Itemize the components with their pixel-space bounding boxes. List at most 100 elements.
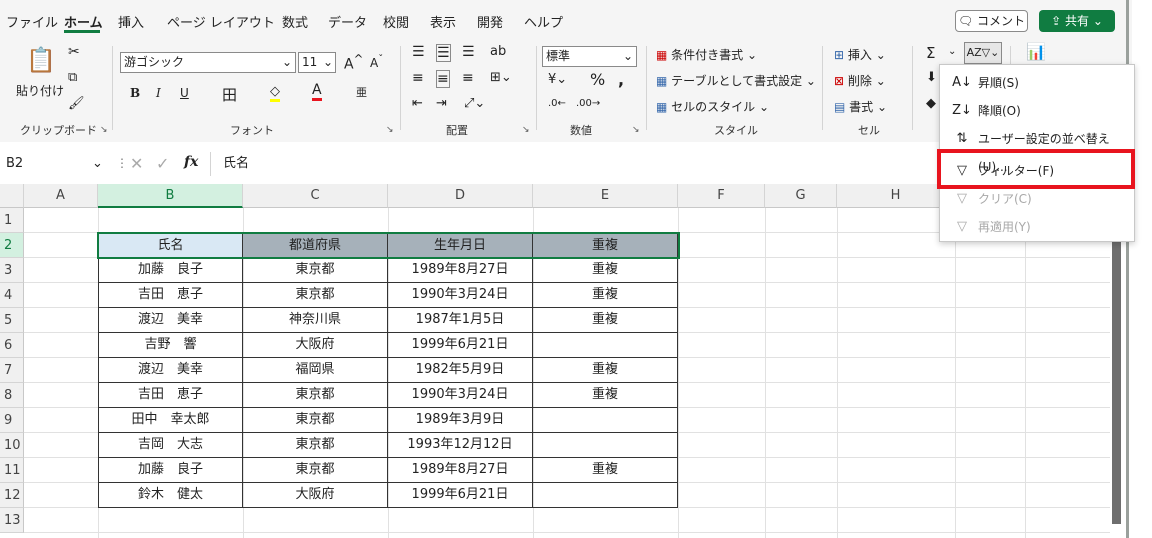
table-cell[interactable]: 重複 — [533, 258, 678, 283]
accounting-format-icon[interactable]: ¥⌄ — [548, 72, 567, 87]
tab-insert[interactable]: 挿入 — [118, 12, 144, 31]
percent-icon[interactable]: % — [590, 70, 605, 89]
font-name-select[interactable]: 游ゴシック ⌄ — [120, 52, 296, 73]
table-cell[interactable] — [533, 333, 678, 358]
table-cell[interactable]: 東京都 — [243, 258, 388, 283]
tab-review[interactable]: 校閲 — [383, 12, 409, 31]
column-header[interactable]: E — [533, 184, 678, 208]
column-header[interactable]: F — [678, 184, 765, 208]
row-header[interactable]: 10 — [0, 433, 24, 458]
table-cell[interactable] — [533, 433, 678, 458]
decrease-indent-icon[interactable]: ⇤ — [412, 96, 423, 111]
table-cell[interactable]: 吉田 恵子 — [98, 283, 243, 308]
format-painter-icon[interactable]: 🖌 — [68, 96, 85, 111]
fill-icon[interactable]: ⬇ — [926, 70, 937, 85]
column-header[interactable]: A — [24, 184, 98, 208]
decrease-font-icon[interactable]: Aˇ — [370, 54, 383, 70]
tab-data[interactable]: データ — [328, 12, 367, 31]
table-cell[interactable]: 東京都 — [243, 283, 388, 308]
sort-filter-button[interactable]: AZ▽⌄ — [964, 42, 1002, 64]
cell-styles-button[interactable]: ▦ セルのスタイル ⌄ — [656, 98, 769, 115]
table-cell[interactable]: 1982年5月9日 — [388, 358, 533, 383]
table-cell[interactable]: 東京都 — [243, 408, 388, 433]
paste-label[interactable]: 貼り付け — [16, 82, 64, 99]
table-cell[interactable]: 吉岡 大志 — [98, 433, 243, 458]
name-box[interactable]: B2 ⌄ — [0, 152, 108, 176]
table-cell[interactable]: 吉田 恵子 — [98, 383, 243, 408]
column-header[interactable]: B — [98, 184, 243, 208]
autosum-icon[interactable]: Σ — [926, 44, 935, 62]
table-cell[interactable]: 1989年3月9日 — [388, 408, 533, 433]
tab-help[interactable]: ヘルプ — [524, 12, 563, 31]
increase-font-icon[interactable]: A^ — [344, 52, 363, 73]
table-cell[interactable]: 加藤 良子 — [98, 458, 243, 483]
clipboard-launcher-icon[interactable]: ↘ — [100, 125, 108, 135]
table-cell[interactable]: 1989年8月27日 — [388, 458, 533, 483]
row-header[interactable]: 6 — [0, 333, 24, 358]
table-cell[interactable]: 渡辺 美幸 — [98, 308, 243, 333]
clear-icon[interactable]: ◆ — [926, 96, 936, 111]
table-cell[interactable]: 1993年12月12日 — [388, 433, 533, 458]
align-right-icon[interactable]: ≡ — [462, 70, 474, 86]
increase-indent-icon[interactable]: ⇥ — [436, 96, 447, 111]
wrap-text-icon[interactable]: ab — [490, 44, 506, 59]
tab-view[interactable]: 表示 — [430, 12, 456, 31]
tab-home[interactable]: ホーム — [64, 12, 103, 31]
insert-cells-button[interactable]: ⊞ 挿入 ⌄ — [834, 46, 886, 63]
share-button[interactable]: ⇪ 共有 ⌄ — [1039, 10, 1115, 32]
table-cell[interactable]: 1990年3月24日 — [388, 383, 533, 408]
italic-icon[interactable]: I — [156, 86, 161, 100]
tab-developer[interactable]: 開発 — [477, 12, 503, 31]
font-size-select[interactable]: 11 ⌄ — [298, 52, 336, 73]
borders-icon[interactable]: 田 — [222, 84, 237, 105]
table-cell[interactable]: 重複 — [533, 458, 678, 483]
table-cell[interactable]: 1989年8月27日 — [388, 258, 533, 283]
table-cell[interactable]: 1999年6月21日 — [388, 483, 533, 508]
table-cell[interactable]: 渡辺 美幸 — [98, 358, 243, 383]
row-header[interactable]: 13 — [0, 508, 24, 533]
paste-icon[interactable]: 📋 — [26, 46, 56, 74]
table-cell[interactable]: 重複 — [533, 283, 678, 308]
row-header[interactable]: 12 — [0, 483, 24, 508]
row-header[interactable]: 2 — [0, 233, 24, 258]
table-cell[interactable]: 福岡県 — [243, 358, 388, 383]
table-cell[interactable]: 1999年6月21日 — [388, 333, 533, 358]
insert-function-icon[interactable]: fx — [184, 154, 198, 170]
table-cell[interactable]: 東京都 — [243, 383, 388, 408]
font-color-icon[interactable]: A — [312, 82, 322, 101]
autosum-dropdown-icon[interactable]: ⌄ — [948, 46, 956, 57]
menu-item-sort-ascending[interactable]: A↓ 昇順(S) — [940, 69, 1134, 97]
table-cell[interactable]: 吉野 響 — [98, 333, 243, 358]
table-cell[interactable]: 重複 — [533, 358, 678, 383]
more-options-icon[interactable]: ⋮ — [116, 156, 128, 170]
tab-formulas[interactable]: 数式 — [282, 12, 308, 31]
merge-center-icon[interactable]: ⊞⌄ — [490, 70, 512, 85]
table-cell[interactable]: 1990年3月24日 — [388, 283, 533, 308]
table-cell[interactable]: 東京都 — [243, 458, 388, 483]
enter-icon[interactable]: ✓ — [156, 154, 169, 173]
table-cell[interactable]: 大阪府 — [243, 483, 388, 508]
align-bottom-icon[interactable]: ☰ — [462, 44, 475, 60]
cut-icon[interactable]: ✂ — [68, 44, 80, 60]
phonetic-guide-icon[interactable]: 亜 — [356, 84, 367, 100]
column-header[interactable]: C — [243, 184, 388, 208]
table-cell[interactable]: 重複 — [533, 383, 678, 408]
cancel-icon[interactable]: ✕ — [130, 154, 143, 173]
number-launcher-icon[interactable]: ↘ — [632, 125, 640, 135]
align-left-icon[interactable]: ≡ — [412, 70, 424, 86]
orientation-icon[interactable]: ⤢⌄ — [464, 96, 485, 111]
table-cell[interactable]: 東京都 — [243, 433, 388, 458]
table-cell[interactable]: 1987年1月5日 — [388, 308, 533, 333]
copy-icon[interactable]: ⧉ — [68, 70, 77, 85]
align-center-icon[interactable]: ≡ — [436, 70, 450, 88]
comma-icon[interactable]: , — [618, 70, 624, 89]
format-cells-button[interactable]: ▤ 書式 ⌄ — [834, 98, 887, 115]
row-header[interactable]: 3 — [0, 258, 24, 283]
column-header[interactable]: D — [388, 184, 533, 208]
align-top-icon[interactable]: ☰ — [412, 44, 425, 60]
font-launcher-icon[interactable]: ↘ — [386, 125, 394, 135]
alignment-launcher-icon[interactable]: ↘ — [522, 125, 530, 135]
bold-icon[interactable]: B — [130, 86, 140, 100]
tab-page-layout[interactable]: ページ レイアウト — [167, 12, 275, 31]
table-cell[interactable] — [533, 483, 678, 508]
